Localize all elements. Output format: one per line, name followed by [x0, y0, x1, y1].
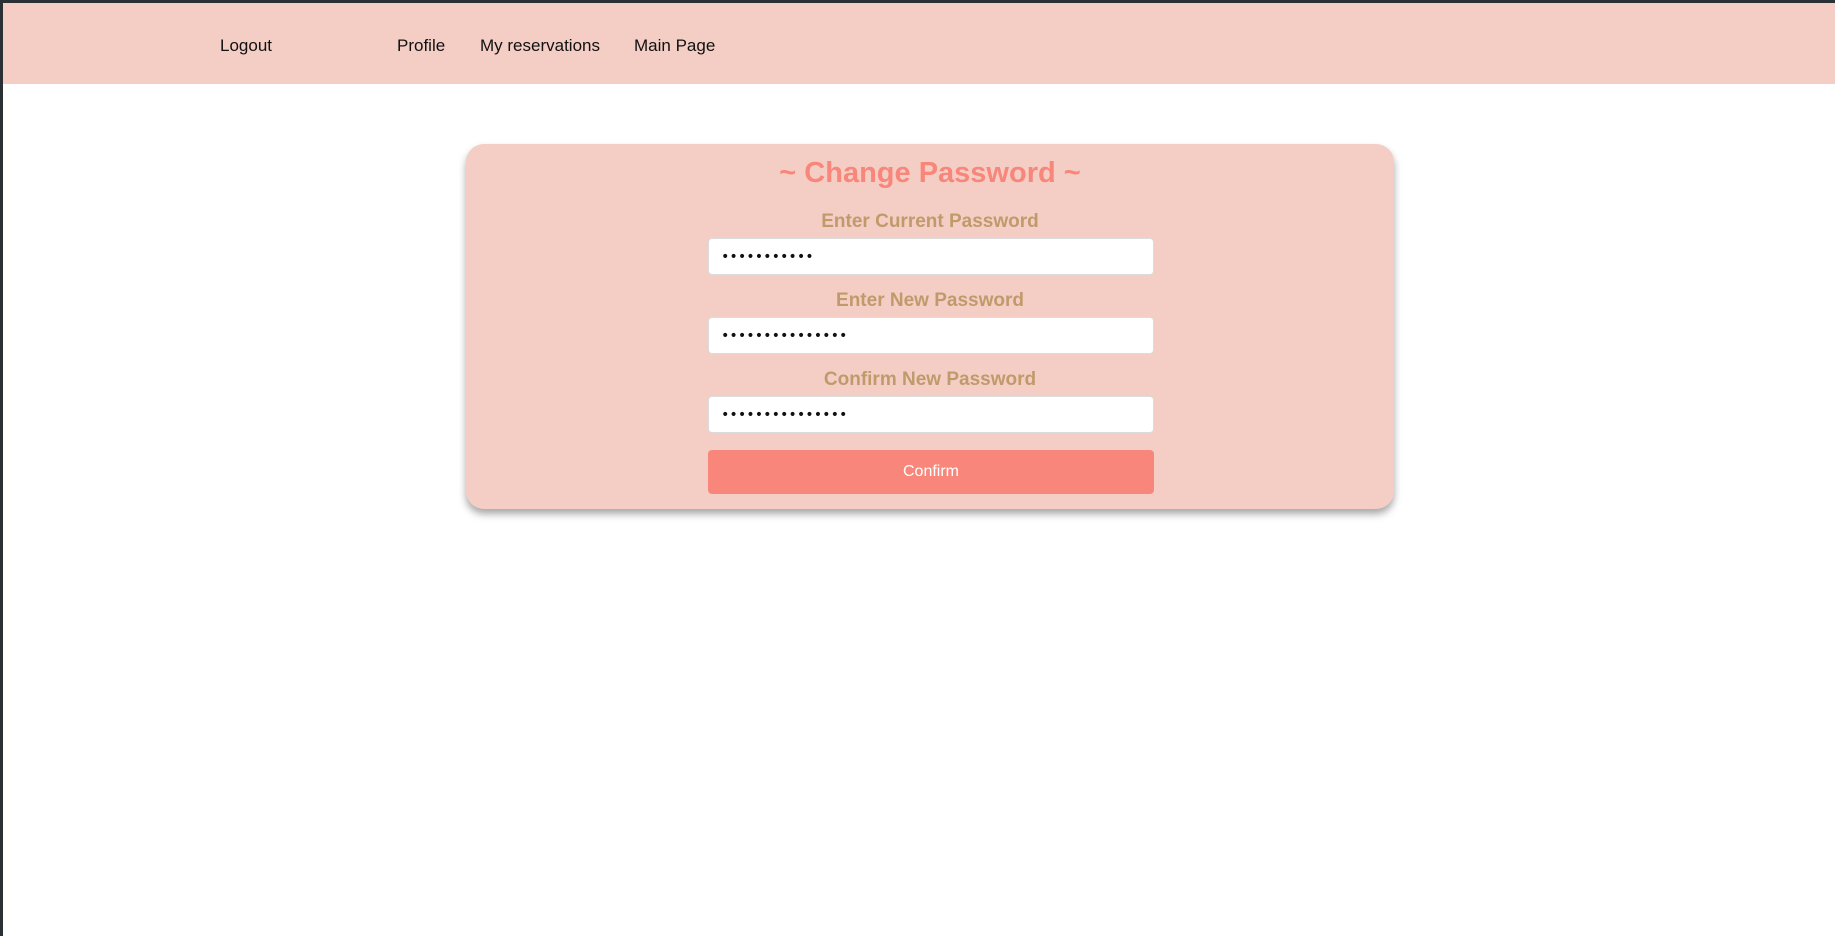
- logout-link[interactable]: Logout: [220, 36, 272, 56]
- new-password-input[interactable]: [708, 317, 1154, 354]
- confirm-password-label: Confirm New Password: [823, 369, 1037, 390]
- my-reservations-link[interactable]: My reservations: [480, 36, 600, 56]
- confirm-button[interactable]: Confirm: [708, 450, 1154, 494]
- change-password-card: ~ Change Password ~ Enter Current Passwo…: [466, 144, 1394, 509]
- top-navbar: Logout Profile My reservations Main Page: [3, 3, 1835, 84]
- new-password-label: Enter New Password: [836, 290, 1024, 311]
- main-page-link[interactable]: Main Page: [634, 36, 715, 56]
- profile-link[interactable]: Profile: [397, 36, 445, 56]
- current-password-input[interactable]: [708, 238, 1154, 275]
- page-title: ~ Change Password ~: [779, 157, 1081, 189]
- browser-viewport: Logout Profile My reservations Main Page…: [3, 3, 1835, 936]
- confirm-password-input[interactable]: [708, 396, 1154, 433]
- current-password-label: Enter Current Password: [821, 211, 1039, 232]
